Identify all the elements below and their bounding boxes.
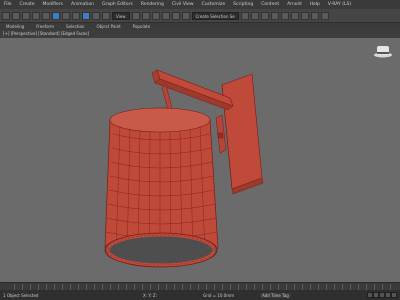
move-icon[interactable] [82, 11, 90, 20]
menu-scripting[interactable]: Scripting [229, 2, 257, 7]
main-toolbar: View Create Selection Se [0, 9, 400, 23]
tab-selection[interactable]: Selection [60, 24, 90, 29]
pivot-icon[interactable] [131, 11, 140, 20]
menu-create[interactable]: Create [16, 2, 39, 7]
perspective-viewport[interactable] [0, 38, 400, 282]
percent-snap-icon[interactable] [161, 11, 170, 20]
viewcube-icon[interactable] [374, 46, 392, 58]
menu-graph-editors[interactable]: Graph Editors [98, 2, 137, 7]
menu-bar: File Create Modifiers Animation Graph Ed… [0, 0, 400, 9]
edit-named-sets-icon[interactable] [181, 11, 190, 20]
menu-content[interactable]: Content [257, 2, 283, 7]
menu-customize[interactable]: Customize [198, 2, 230, 7]
select-by-name-icon[interactable] [62, 11, 70, 20]
lamp-model[interactable] [104, 69, 264, 268]
add-time-tag-button[interactable]: Add Time Tag [260, 292, 291, 298]
coordinate-readout[interactable]: X: Y: Z: [143, 293, 203, 298]
tab-populate[interactable]: Populate [127, 24, 156, 29]
material-editor-icon[interactable] [290, 11, 299, 20]
render-frame-icon[interactable] [310, 11, 319, 20]
bind-icon[interactable] [42, 11, 50, 20]
curve-editor-icon[interactable] [270, 11, 279, 20]
undo-icon[interactable] [2, 11, 10, 20]
viewport-label-bar: [+] [Perspective] [Standard] [Edged Face… [0, 30, 400, 38]
mirror-icon[interactable] [240, 11, 249, 20]
tab-object-paint[interactable]: Object Paint [90, 24, 126, 29]
snap-icon[interactable] [141, 11, 150, 20]
tab-modeling[interactable]: Modeling [0, 24, 30, 29]
tab-freeform[interactable]: Freeform [30, 24, 60, 29]
rotate-icon[interactable] [92, 11, 100, 20]
viewport-label[interactable]: [+] [Perspective] [Standard] [Edged Face… [0, 31, 89, 36]
angle-snap-icon[interactable] [151, 11, 160, 20]
link-icon[interactable] [22, 11, 30, 20]
select-icon[interactable] [52, 11, 60, 20]
spinner-snap-icon[interactable] [171, 11, 180, 20]
scene-svg [104, 46, 392, 268]
menu-file[interactable]: File [0, 2, 16, 7]
render-icon[interactable] [320, 11, 329, 20]
align-icon[interactable] [250, 11, 259, 20]
menu-modifiers[interactable]: Modifiers [38, 2, 67, 7]
scale-icon[interactable] [102, 11, 110, 20]
menu-arnold[interactable]: Arnold [283, 2, 306, 7]
grid-readout: Grid = 10.0mm [203, 292, 234, 298]
view-dropdown[interactable]: View [112, 11, 130, 20]
menu-civil-view[interactable]: Civil View [168, 2, 198, 7]
render-setup-icon[interactable] [300, 11, 309, 20]
goto-end-icon[interactable] [391, 292, 397, 298]
menu-help[interactable]: Help [306, 2, 324, 7]
menu-animation[interactable]: Animation [67, 2, 98, 7]
unlink-icon[interactable] [32, 11, 40, 20]
menu-vray[interactable]: V-RAY (LS) [324, 2, 355, 7]
time-slider[interactable] [0, 282, 400, 290]
selection-status: 1 Object Selected [3, 292, 39, 298]
schematic-icon[interactable] [280, 11, 289, 20]
status-bar: 1 Object Selected X: Y: Z: Grid = 10.0mm… [0, 290, 400, 300]
redo-icon[interactable] [12, 11, 20, 20]
selection-set-dropdown[interactable]: Create Selection Se [191, 11, 239, 20]
region-select-icon[interactable] [72, 11, 80, 20]
layer-icon[interactable] [260, 11, 269, 20]
menu-rendering[interactable]: Rendering [137, 2, 168, 7]
